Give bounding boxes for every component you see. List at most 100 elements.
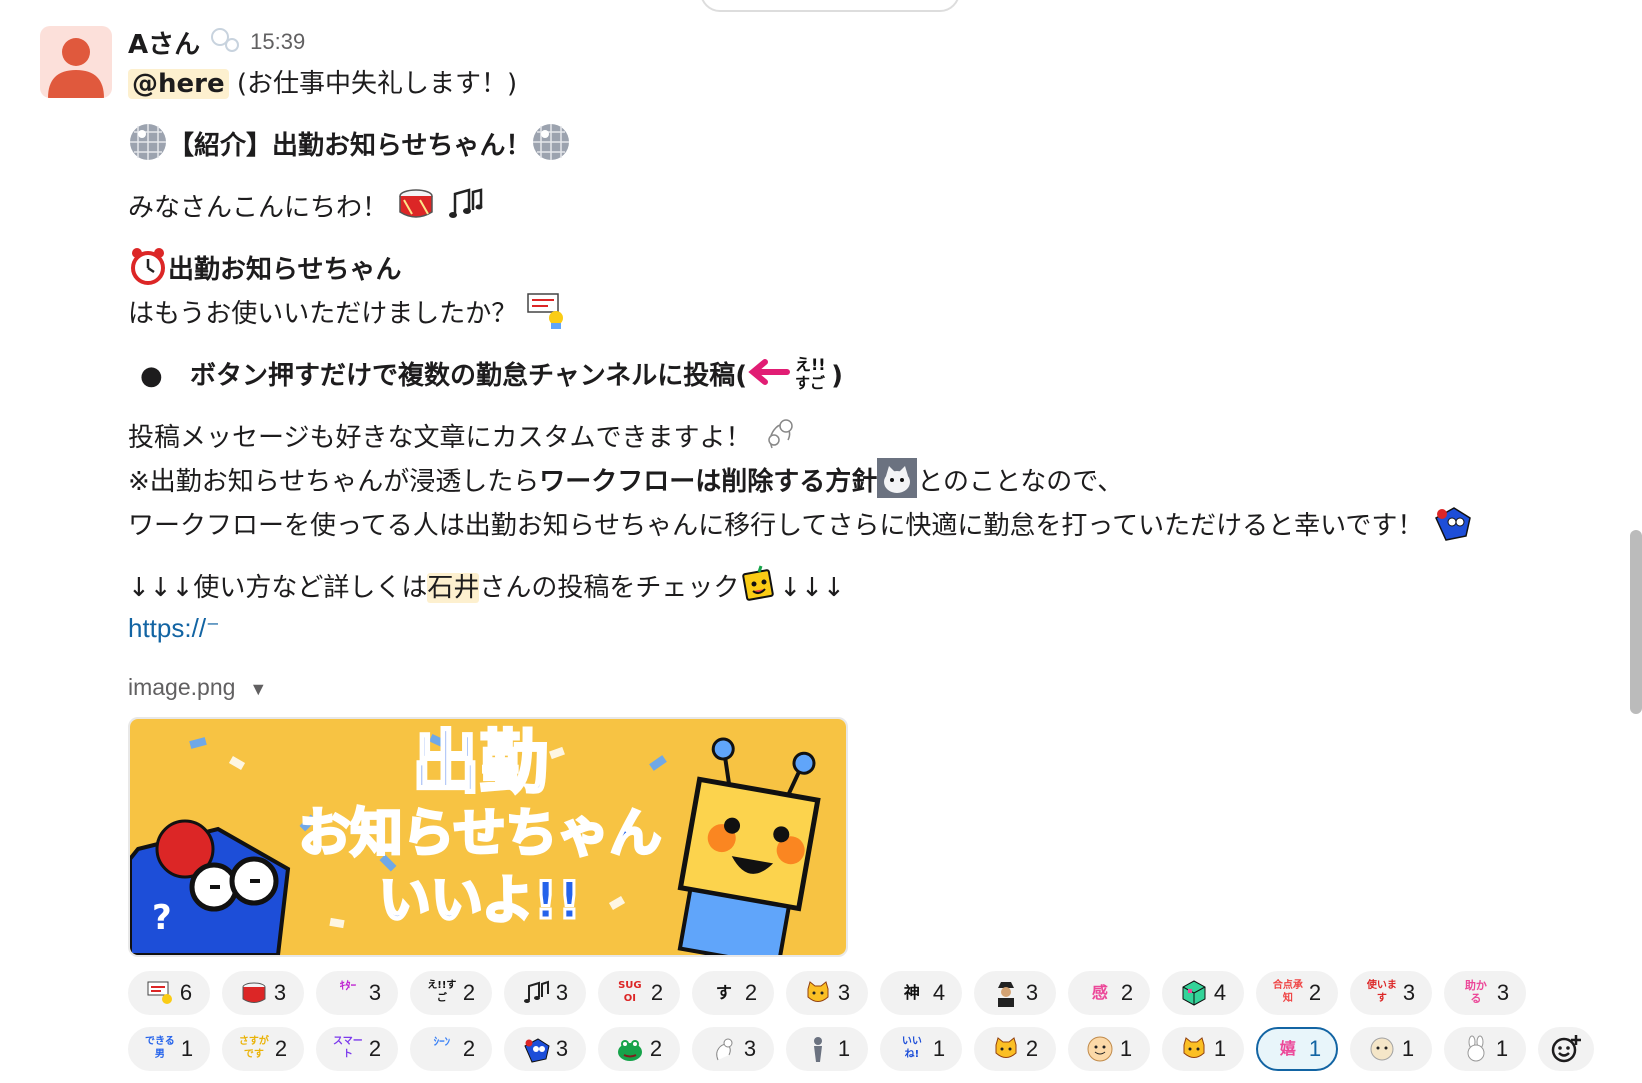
- cat-face-icon: [804, 979, 832, 1007]
- blue-box-icon: [1432, 502, 1472, 542]
- new-messages-pill[interactable]: [700, 0, 960, 12]
- music-notes-icon: [445, 184, 485, 224]
- reaction-count: 1: [1213, 1036, 1227, 1061]
- reaction-count: 3: [1496, 980, 1510, 1005]
- file-name[interactable]: image.png: [128, 674, 235, 700]
- migrate-text: ワークフローを使ってる人は出勤お知らせちゃんに移行してさらに快適に勤怠を打ってい…: [128, 511, 1424, 541]
- reaction-count: 2: [649, 1036, 663, 1061]
- sender-name[interactable]: Aさん: [128, 24, 200, 61]
- reaction-text-emoji: 助かる: [1464, 979, 1487, 1005]
- timestamp[interactable]: 15:39: [250, 29, 305, 55]
- reaction-count: 2: [1025, 1036, 1039, 1061]
- reaction-pill[interactable]: 1: [786, 1027, 868, 1071]
- reaction-pill[interactable]: 合点承知 2: [1256, 971, 1338, 1015]
- banner-text: 出勤 お知らせちゃん いいよ!!: [270, 727, 690, 933]
- reaction-pill[interactable]: え!!すご 2: [410, 971, 492, 1015]
- custom-line: 投稿メッセージも好きな文章にカスタムできますよ！: [128, 414, 1628, 458]
- reaction-text-emoji: すご: [715, 983, 732, 1002]
- reaction-pill[interactable]: 嬉び 1: [1256, 1027, 1338, 1071]
- reaction-pill[interactable]: 3: [692, 1027, 774, 1071]
- drum-icon: [240, 979, 268, 1007]
- reaction-text-emoji: 感謝: [1091, 983, 1108, 1002]
- reaction-pill[interactable]: 神4: [880, 971, 962, 1015]
- note-bold: ワークフローは削除する方針: [539, 467, 878, 497]
- reaction-count: 3: [1402, 980, 1416, 1005]
- check-pre: ↓↓↓使い方など詳しくは: [128, 573, 428, 603]
- check-sign-icon: [526, 290, 566, 330]
- post-link[interactable]: https://⁻: [128, 613, 220, 643]
- person-hat-icon: [992, 979, 1020, 1007]
- post-title: 【紹介】出勤お知らせちゃん！: [168, 131, 532, 161]
- reaction-count: 2: [1308, 980, 1322, 1005]
- bullet-item: ● ボタン押すだけで複数の勤怠チャンネルに投稿( え!! すご ): [128, 352, 1628, 396]
- here-mention[interactable]: @here: [128, 69, 229, 99]
- note-line: ※出勤お知らせちゃんが浸透したらワークフローは削除する方針 とのことなので、: [128, 458, 1628, 502]
- svg-text:すご: すご: [795, 374, 826, 392]
- bubbles-status-icon: [210, 27, 240, 58]
- reaction-pill[interactable]: 1: [1162, 1027, 1244, 1071]
- reaction-count: 1: [180, 1036, 194, 1061]
- reaction-pill[interactable]: 3: [222, 971, 304, 1015]
- reaction-pill[interactable]: いいね! 1: [880, 1027, 962, 1071]
- question-text: はもうお使いいただけましたか？: [128, 299, 518, 329]
- drum-icon: [396, 184, 436, 224]
- reaction-pill[interactable]: 2: [598, 1027, 680, 1071]
- reaction-pill[interactable]: 6: [128, 971, 210, 1015]
- reaction-pill[interactable]: 1: [1350, 1027, 1432, 1071]
- reaction-pill[interactable]: 感謝 2: [1068, 971, 1150, 1015]
- text-emoji-icon: ｷﾀｰ: [333, 979, 363, 1007]
- file-label: image.png ▼: [128, 667, 1628, 707]
- reaction-pill[interactable]: 4: [1162, 971, 1244, 1015]
- pink-arrow-icon: [747, 352, 791, 392]
- reaction-count: 2: [462, 980, 476, 1005]
- reaction-text-emoji: さすがです: [238, 1036, 269, 1060]
- cube-icon: [1180, 979, 1208, 1007]
- reaction-text-emoji: SUGOI: [618, 980, 642, 1004]
- reaction-count: 1: [837, 1036, 851, 1061]
- reaction-count: 2: [274, 1036, 288, 1061]
- svg-text:え!!: え!!: [795, 355, 826, 374]
- reaction-pill[interactable]: できる男 1: [128, 1027, 210, 1071]
- text-emoji-icon: スマート: [333, 1035, 363, 1063]
- frog-icon: [616, 1035, 644, 1063]
- reaction-count: 1: [1401, 1036, 1415, 1061]
- reaction-count: 1: [932, 1036, 946, 1061]
- reaction-text-emoji: できる男: [144, 1036, 175, 1060]
- reaction-pill[interactable]: 3: [974, 971, 1056, 1015]
- reaction-count: 3: [837, 980, 851, 1005]
- add-reaction-button[interactable]: [1538, 1027, 1594, 1071]
- avatar[interactable]: [40, 26, 112, 98]
- migrate-line: ワークフローを使ってる人は出勤お知らせちゃんに移行してさらに快適に勤怠を打ってい…: [128, 502, 1628, 546]
- reaction-pill[interactable]: 2: [974, 1027, 1056, 1071]
- reaction-pill[interactable]: 使います 3: [1350, 971, 1432, 1015]
- mirror-ball-icon: [531, 122, 571, 162]
- reaction-count: 1: [1495, 1036, 1509, 1061]
- reaction-pill[interactable]: 助かる 3: [1444, 971, 1526, 1015]
- reaction-pill[interactable]: 1: [1068, 1027, 1150, 1071]
- reaction-pill[interactable]: スマート 2: [316, 1027, 398, 1071]
- chevron-down-icon[interactable]: ▼: [249, 669, 267, 709]
- reaction-pill[interactable]: SUGOI 2: [598, 971, 680, 1015]
- reaction-pill[interactable]: ｷﾀｰ 3: [316, 971, 398, 1015]
- ghost-icon: [760, 414, 800, 454]
- blue-box-icon: [522, 1035, 550, 1063]
- reaction-pill[interactable]: 3: [504, 1027, 586, 1071]
- title-line: 【紹介】出勤お知らせちゃん！: [128, 122, 1628, 166]
- bullet-text: ボタン押すだけで複数の勤怠チャンネルに投稿(: [190, 361, 748, 391]
- reaction-pill[interactable]: ｼｰﾝ 2: [410, 1027, 492, 1071]
- text-emoji-icon: いいね!: [897, 1035, 927, 1063]
- figure-icon: [804, 1035, 832, 1063]
- greeting-line: @here (お仕事中失礼します！): [128, 64, 1628, 104]
- reaction-pill[interactable]: すご 2: [692, 971, 774, 1015]
- cat-face-icon: [1180, 1035, 1208, 1063]
- attached-image[interactable]: ? 出勤 お知らせちゃん いいよ!!: [128, 717, 848, 957]
- reaction-pill[interactable]: 1: [1444, 1027, 1526, 1071]
- reaction-pill[interactable]: 3: [786, 971, 868, 1015]
- scrollbar[interactable]: [1630, 530, 1642, 714]
- reaction-count: 3: [743, 1036, 757, 1061]
- reaction-pill[interactable]: さすがです 2: [222, 1027, 304, 1071]
- reaction-count: 2: [1120, 980, 1134, 1005]
- reaction-pill[interactable]: 3: [504, 971, 586, 1015]
- alarm-clock-icon: [128, 246, 168, 286]
- ishii-name-highlight[interactable]: 石井: [427, 573, 480, 603]
